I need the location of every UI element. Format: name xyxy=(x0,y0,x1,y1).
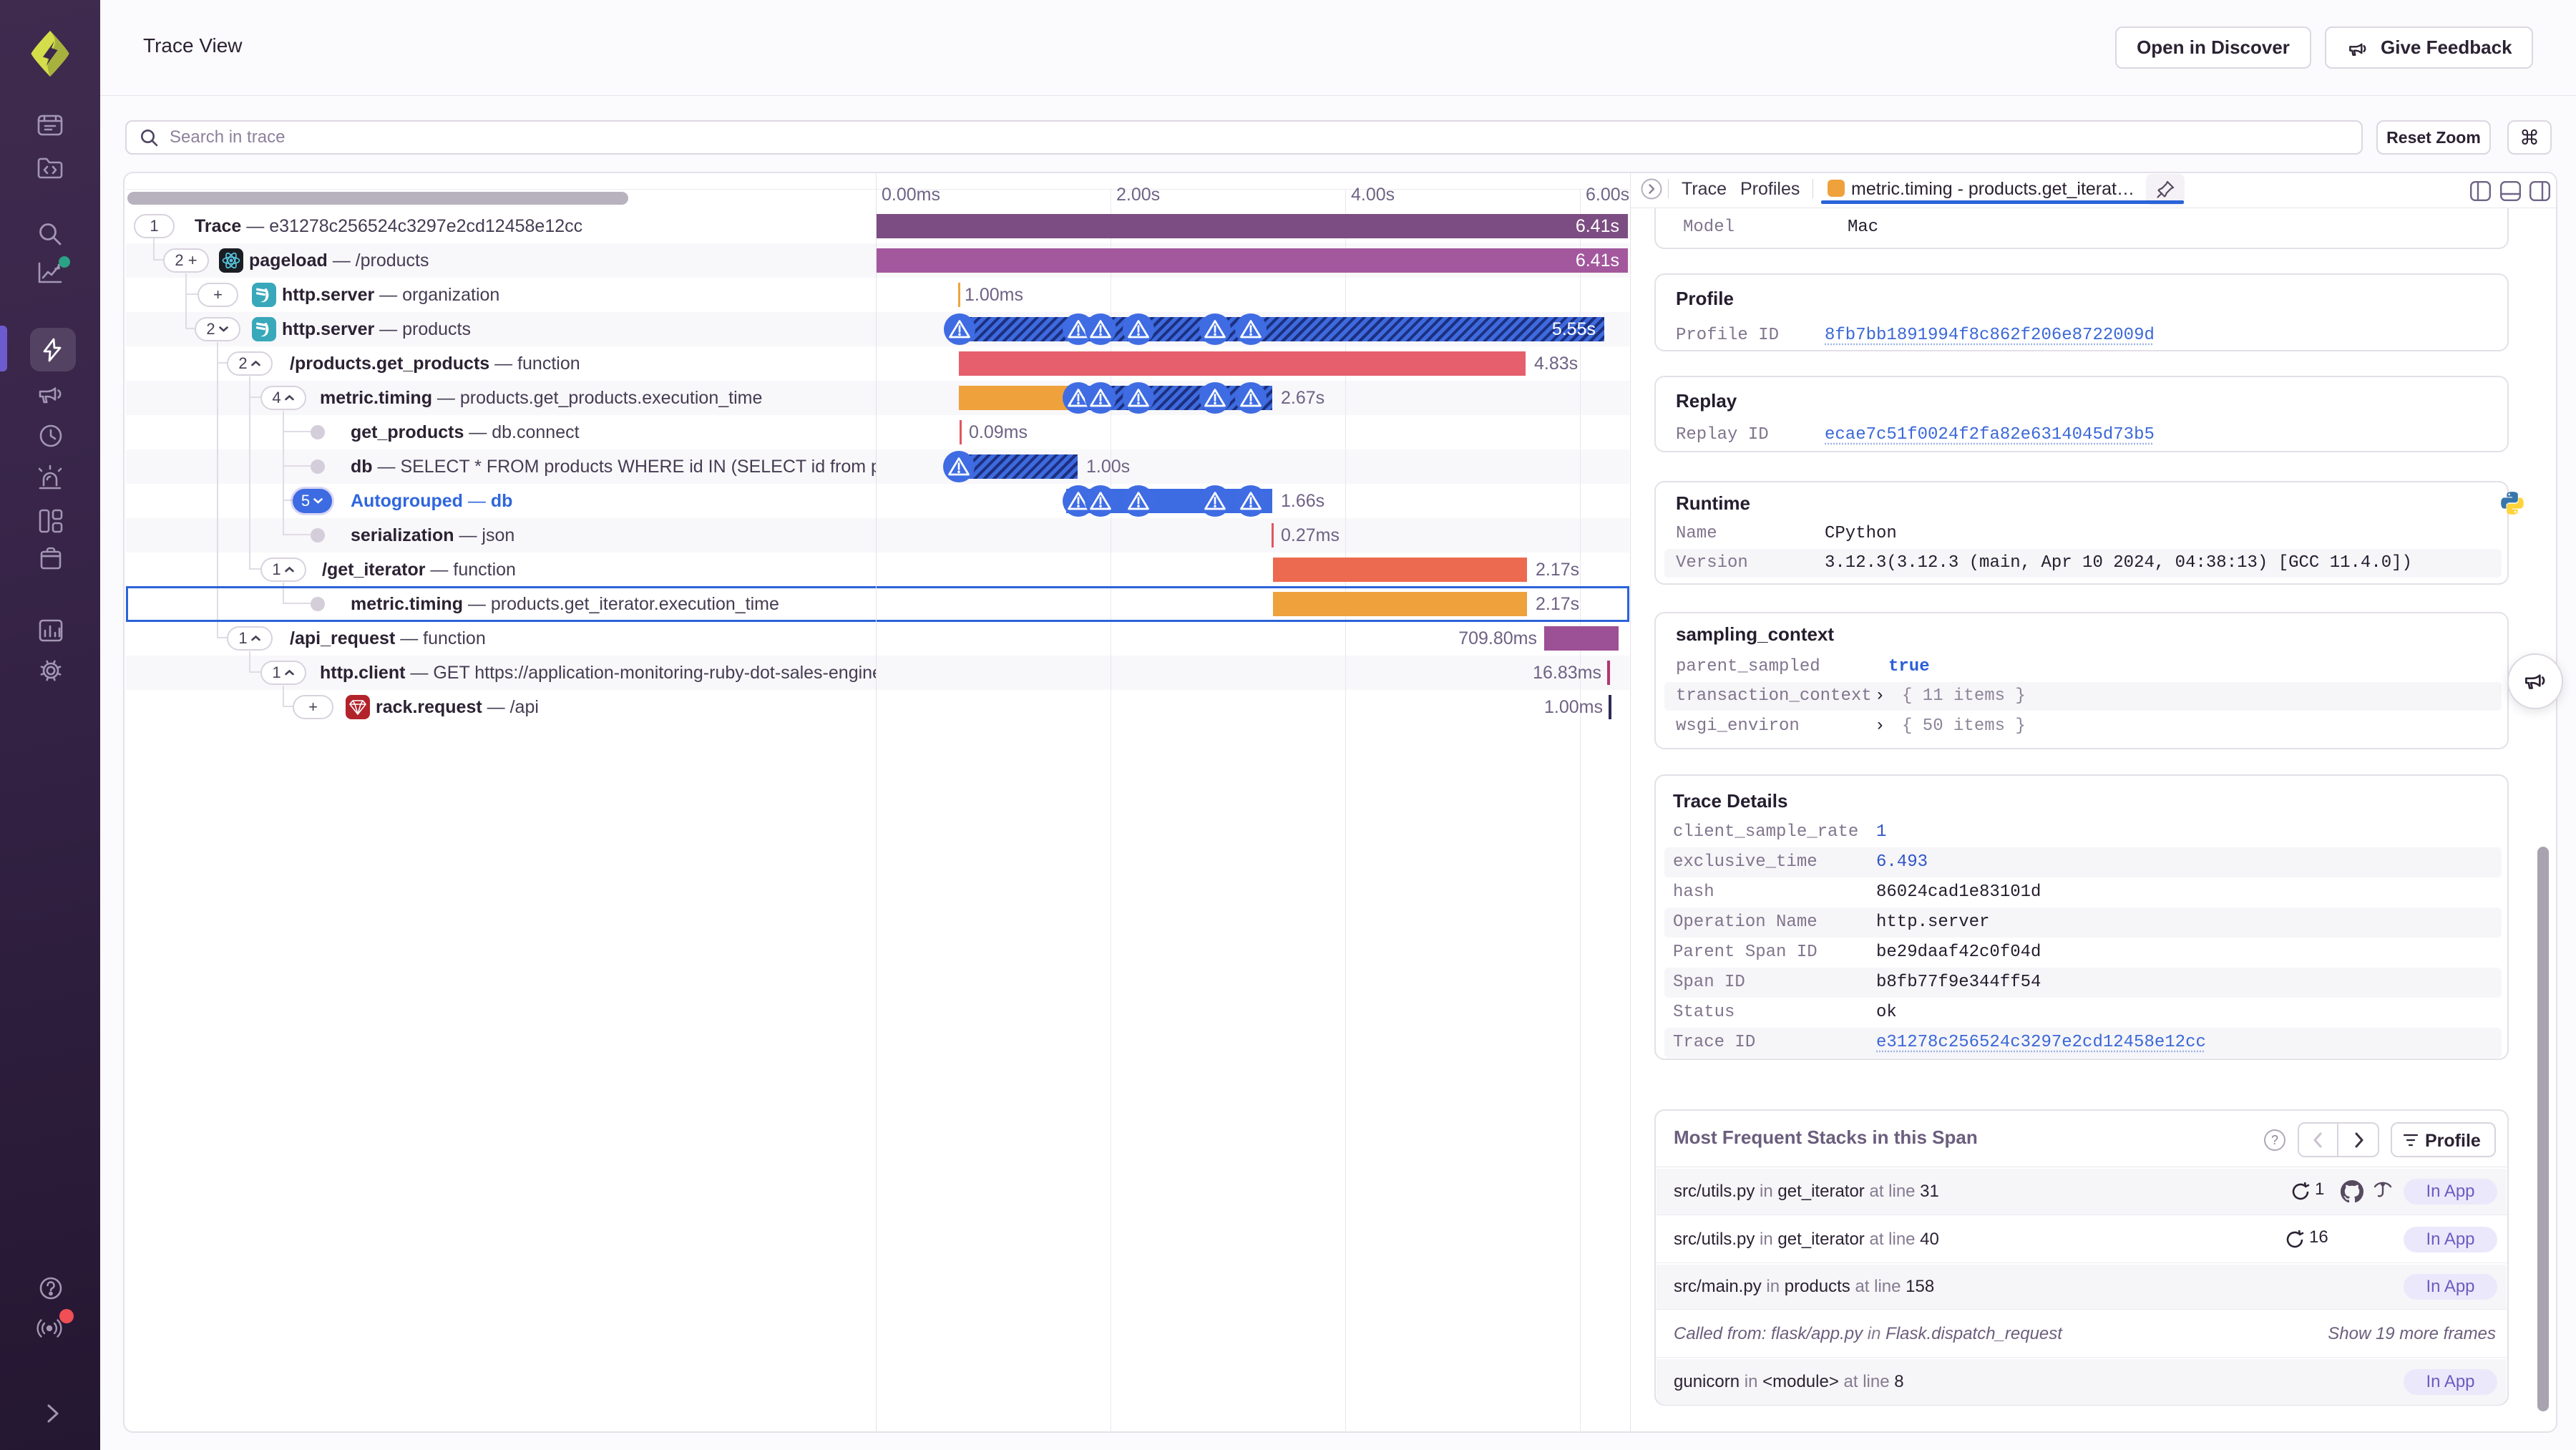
svg-text:?: ? xyxy=(2271,1133,2278,1147)
